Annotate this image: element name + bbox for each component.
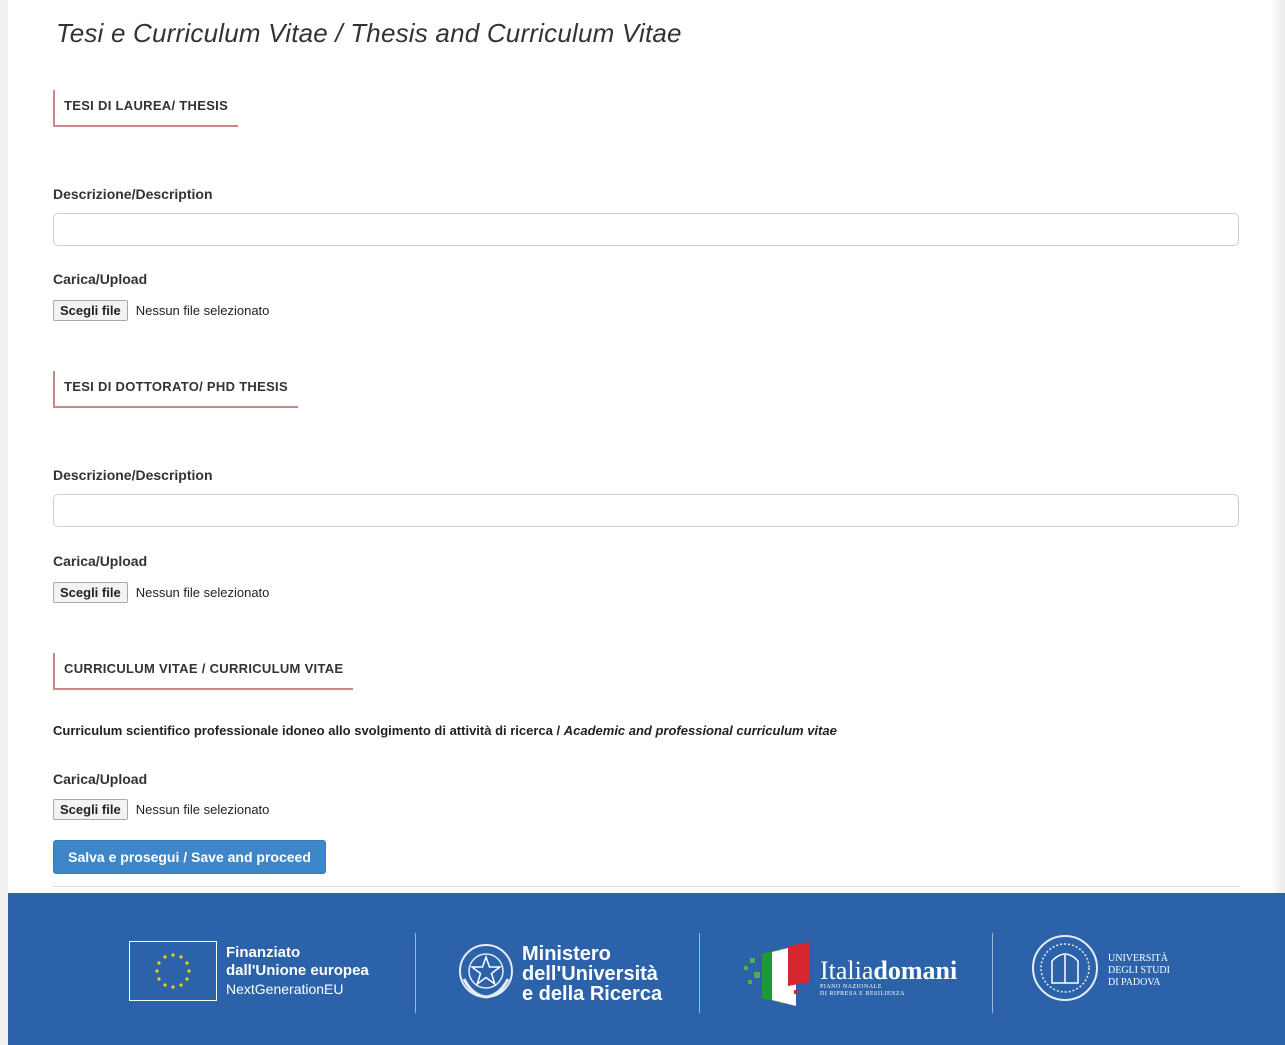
divider [52,886,1240,887]
cv-upload-label: Carica/Upload [53,771,148,787]
save-and-proceed-button[interactable]: Salva e prosegui / Save and proceed [53,840,326,874]
scrollbar-track[interactable] [1271,0,1285,893]
funding-footer: Finanziato dall'Unione europea NextGener… [8,893,1285,1045]
form-page: Tesi e Curriculum Vitae / Thesis and Cur… [8,0,1285,893]
eu-line1: Finanziato [226,944,301,961]
phd-description-label: Descrizione/Description [53,467,213,483]
eu-funding-logo: Finanziato dall'Unione europea NextGener… [129,941,369,1001]
phd-file-status: Nessun file selezionato [135,585,270,600]
cv-description-en: Academic and professional curriculum vit… [563,723,837,738]
phd-upload-label: Carica/Upload [53,553,148,569]
phd-file-picker: Scegli file Nessun file selezionato [53,582,269,603]
university-seal-icon [1030,933,1100,1008]
mur-line3: e della Ricerca [522,982,663,1005]
cv-description: Curriculum scientifico professionale ido… [53,723,837,738]
unipd-line2: DEGLI STUDI [1108,964,1170,976]
italian-emblem-icon [458,941,514,1006]
eu-flag-icon [129,941,217,1001]
eu-line3: NextGenerationEU [226,981,344,997]
italiadomani-sub1: PIANO NAZIONALE [820,983,882,990]
phd-choose-file-button[interactable]: Scegli file [53,582,128,603]
cv-file-picker: Scegli file Nessun file selezionato [53,799,269,820]
unipd-line1: UNIVERSITÀ [1108,952,1168,964]
unipd-logo: UNIVERSITÀ DEGLI STUDI DI PADOVA [1030,933,1170,1008]
mur-line2: dell'Università [522,962,658,985]
unipd-line3: DI PADOVA [1108,976,1161,988]
section-heading-cv: CURRICULUM VITAE / CURRICULUM VITAE [53,653,354,690]
cv-choose-file-button[interactable]: Scegli file [53,799,128,820]
thesis-file-status: Nessun file selezionato [135,303,270,318]
thesis-file-picker: Scegli file Nessun file selezionato [53,300,269,321]
footer-separator [415,933,416,1013]
page-title: Tesi e Curriculum Vitae / Thesis and Cur… [56,18,682,48]
italian-flag-icon [738,940,814,1015]
mur-line1: Ministero [522,942,611,965]
section-heading-phd-thesis: TESI DI DOTTORATO/ PHD THESIS [53,371,298,408]
italiadomani-logo: Italiadomani PIANO NAZIONALE DI RIPRESA … [738,940,957,1015]
section-heading-thesis: TESI DI LAUREA/ THESIS [53,90,239,127]
phd-description-input[interactable] [53,494,1239,527]
thesis-upload-label: Carica/Upload [53,271,148,287]
footer-separator [992,933,993,1013]
italiadomani-sub2: DI RIPRESA E RESILIENZA [820,990,905,997]
cv-file-status: Nessun file selezionato [135,802,270,817]
mur-logo: Ministero dell'Università e della Ricerc… [458,941,662,1006]
eu-line2: dall'Unione europea [226,962,369,979]
domani-word: domani [873,955,958,985]
thesis-description-input[interactable] [53,213,1239,246]
italia-word: Italia [820,955,874,985]
thesis-choose-file-button[interactable]: Scegli file [53,300,128,321]
footer-separator [699,933,700,1013]
cv-description-it: Curriculum scientifico professionale ido… [53,723,564,738]
thesis-description-label: Descrizione/Description [53,186,213,202]
